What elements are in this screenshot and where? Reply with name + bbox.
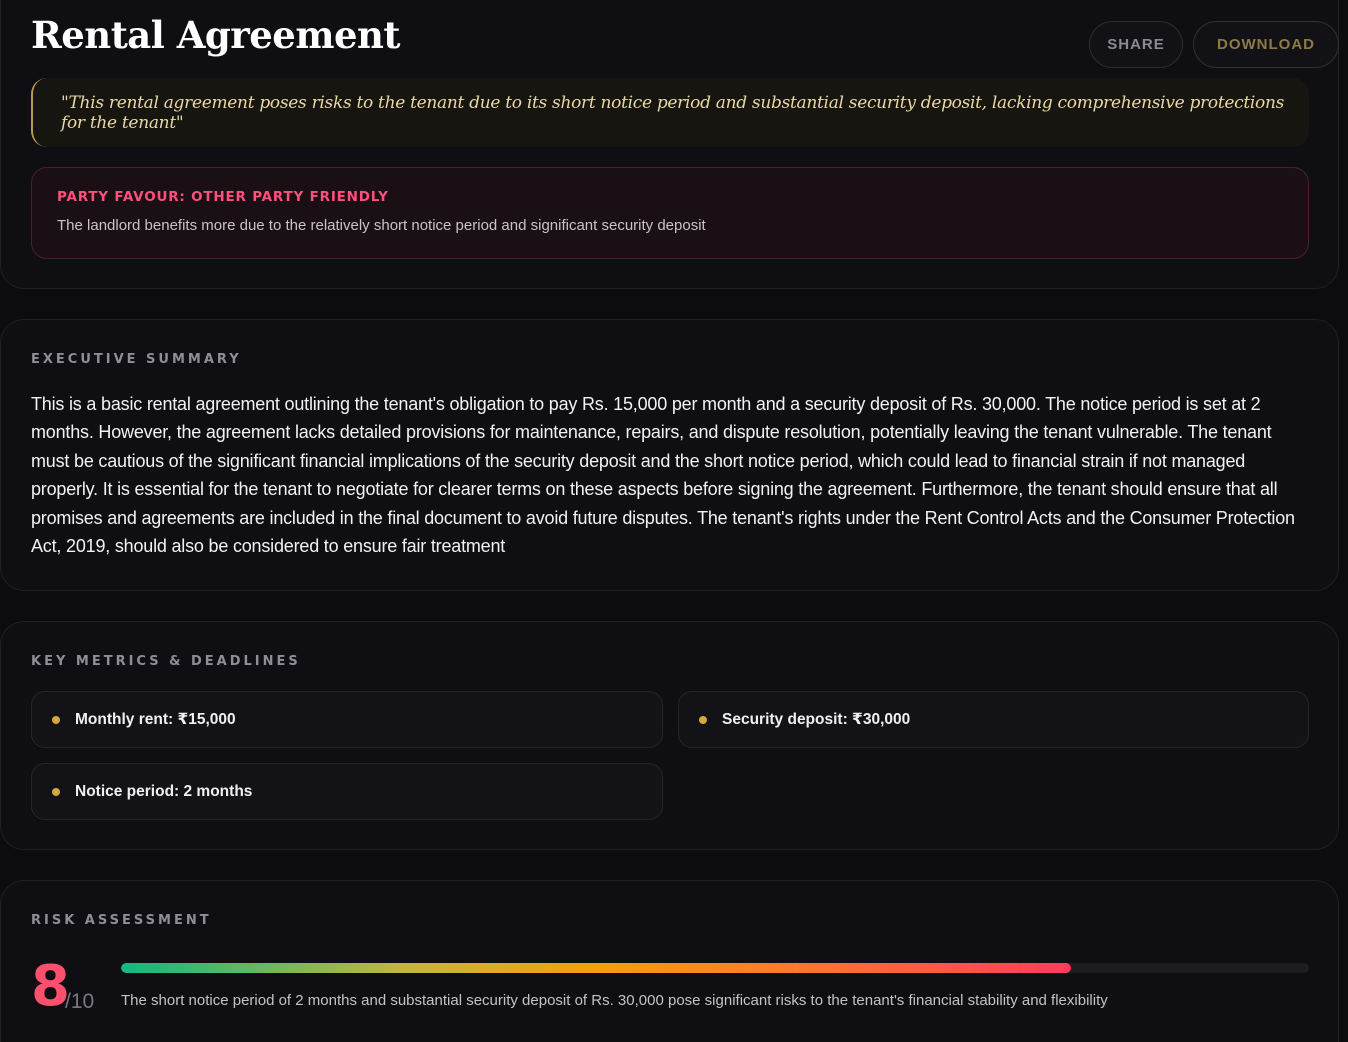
risk-bar-fill: [121, 963, 1072, 973]
section-heading: RISK ASSESSMENT: [31, 913, 212, 928]
metric-item: Monthly rent: ₹15,000: [31, 691, 663, 748]
download-button[interactable]: DOWNLOAD: [1193, 21, 1339, 68]
report-page: Rental Agreement SHARE DOWNLOAD "This re…: [0, 0, 1348, 1042]
bullet-dot-icon: [52, 716, 60, 724]
metric-text: Monthly rent: ₹15,000: [75, 711, 236, 728]
key-metrics-card: KEY METRICS & DEADLINES Monthly rent: ₹1…: [0, 621, 1339, 850]
section-heading: KEY METRICS & DEADLINES: [31, 654, 301, 669]
summary-text: This is a basic rental agreement outlini…: [31, 394, 1295, 557]
share-button[interactable]: SHARE: [1089, 21, 1183, 68]
risk-score-max: /10: [65, 990, 95, 1013]
bullet-dot-icon: [699, 716, 707, 724]
section-heading: EXECUTIVE SUMMARY: [31, 352, 242, 367]
verdict-quote: "This rental agreement poses risks to th…: [31, 78, 1309, 147]
metric-item: Notice period: 2 months: [31, 763, 663, 820]
risk-assessment-card: RISK ASSESSMENT 8 /10 The short notice p…: [0, 880, 1339, 1042]
metric-text: Security deposit: ₹30,000: [722, 711, 911, 728]
executive-summary-card: EXECUTIVE SUMMARY This is a basic rental…: [0, 319, 1339, 591]
party-favour-text: The landlord benefits more due to the re…: [57, 217, 706, 234]
party-favour-box: PARTY FAVOUR: OTHER PARTY FRIENDLY The l…: [31, 167, 1309, 259]
risk-description: The short notice period of 2 months and …: [121, 992, 1108, 1009]
page-title: Rental Agreement: [31, 13, 401, 57]
header-card: Rental Agreement SHARE DOWNLOAD "This re…: [0, 0, 1339, 289]
risk-bar-track: [121, 963, 1309, 973]
bullet-dot-icon: [52, 788, 60, 796]
metric-text: Notice period: 2 months: [75, 782, 253, 800]
metric-item: Security deposit: ₹30,000: [678, 691, 1309, 748]
party-favour-label: PARTY FAVOUR: OTHER PARTY FRIENDLY: [57, 189, 389, 205]
